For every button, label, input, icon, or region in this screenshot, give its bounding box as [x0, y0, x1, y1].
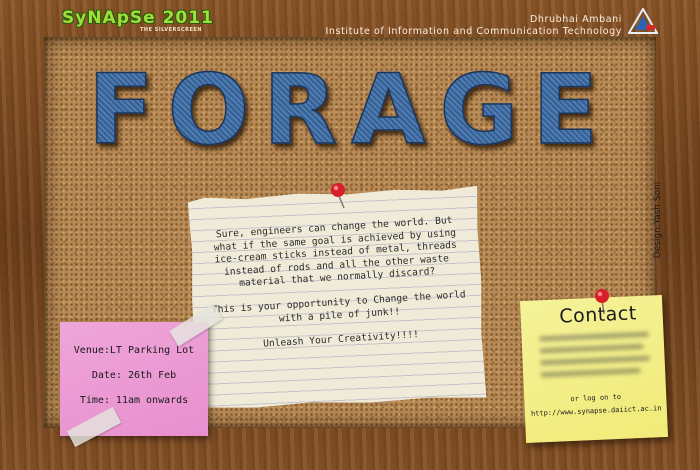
time-label: Time: 11am onwards: [79, 395, 189, 406]
daiict-triangle-logo-icon: [628, 8, 658, 34]
institute-name-line1: Dhrubhai Ambani: [529, 14, 622, 25]
description-paragraph: Unleash Your Creativity!!!!: [262, 329, 420, 350]
push-pin-icon: [331, 183, 345, 209]
date-label: Date: 26th Feb: [91, 370, 177, 381]
synapse-logo: SyNApSe 2011: [62, 8, 214, 28]
event-details: Venue:LT Parking Lot Date: 26th Feb Time…: [60, 338, 208, 413]
designer-credit: Design:Yash Soni: [648, 160, 668, 280]
event-description: Sure, engineers can change the world. Bu…: [204, 214, 472, 366]
blurred-line: [539, 343, 644, 354]
contact-details-blurred: [539, 331, 653, 385]
institute-name: Dhrubhai Ambani Institute of Information…: [326, 14, 622, 38]
venue-label: Venue:LT Parking Lot: [73, 345, 195, 356]
designer-credit-text: Design:Yash Soni: [653, 181, 663, 259]
event-title: FORAGE: [0, 59, 700, 161]
blurred-line: [540, 368, 641, 378]
blurred-line: [540, 355, 651, 366]
description-paragraph: This is your opportunity to Change the w…: [211, 289, 466, 325]
institute-name-line2: Institute of Information and Communicati…: [325, 26, 622, 37]
synapse-tagline: THE SILVERSCREEN: [140, 27, 202, 33]
